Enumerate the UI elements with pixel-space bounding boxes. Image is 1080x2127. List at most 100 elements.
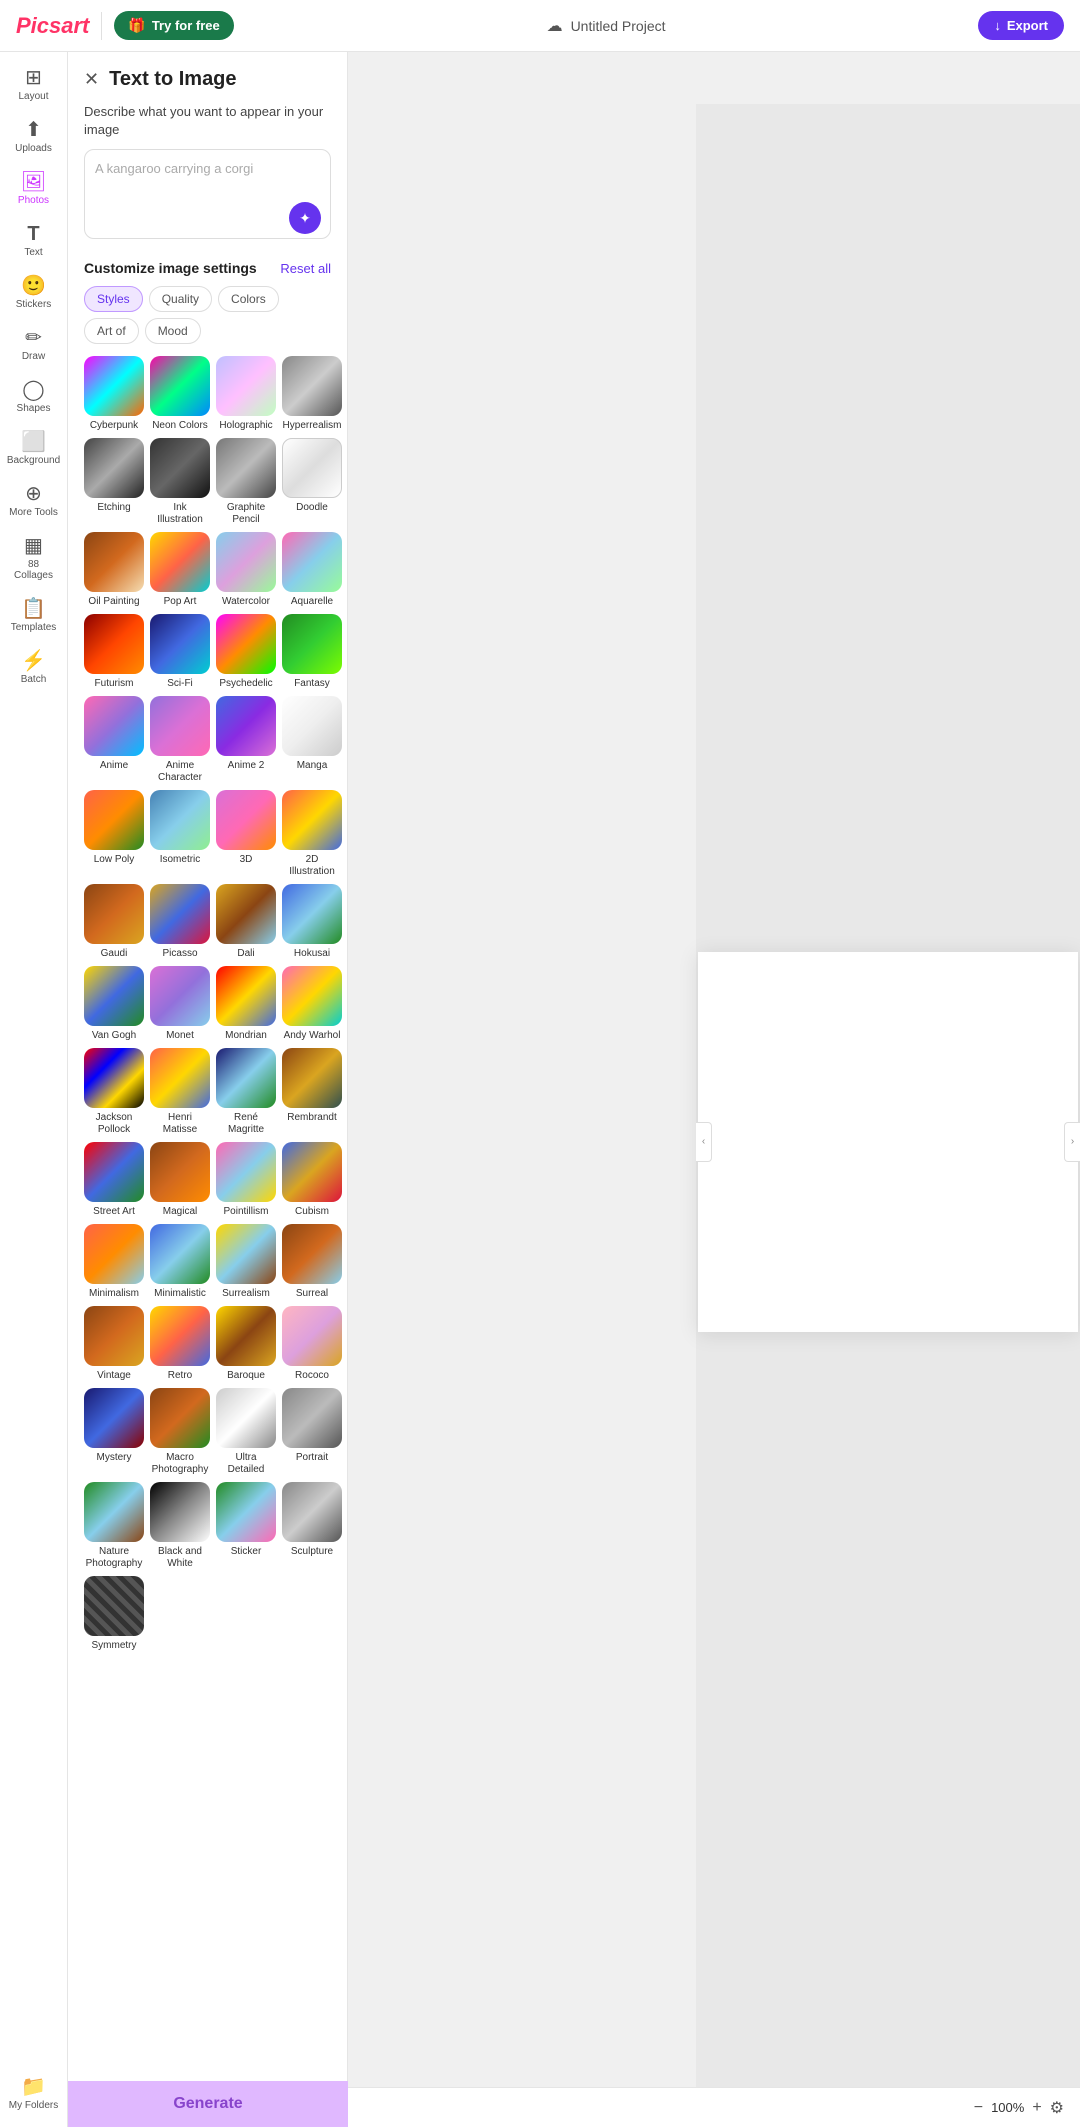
- sidebar-item-collages[interactable]: ▦ 88 Collages: [4, 528, 64, 589]
- export-icon: ↓: [994, 18, 1001, 33]
- style-item-2d-illustration[interactable]: 2D Illustration: [282, 790, 342, 878]
- style-item-monet[interactable]: Monet: [150, 966, 210, 1042]
- sidebar-item-shapes[interactable]: ◯ Shapes: [4, 372, 64, 422]
- style-item-hyperrealism[interactable]: Hyperrealism: [282, 356, 342, 432]
- style-label-psychedelic: Psychedelic: [219, 678, 272, 690]
- style-item-low-poly[interactable]: Low Poly: [84, 790, 144, 878]
- sidebar-item-templates[interactable]: 📋 Templates: [4, 591, 64, 641]
- style-item-magical[interactable]: Magical: [150, 1142, 210, 1218]
- export-button[interactable]: ↓ Export: [978, 11, 1064, 40]
- style-item-jackson-pollock[interactable]: Jackson Pollock: [84, 1048, 144, 1136]
- style-thumb-retro: [150, 1306, 210, 1366]
- style-item-pop-art[interactable]: Pop Art: [150, 532, 210, 608]
- style-item-van-gogh[interactable]: Van Gogh: [84, 966, 144, 1042]
- project-name[interactable]: Untitled Project: [571, 18, 666, 34]
- style-item-rene-magritte[interactable]: René Magritte: [216, 1048, 276, 1136]
- generate-button[interactable]: Generate: [68, 2081, 348, 2127]
- style-item-minimalistic[interactable]: Minimalistic: [150, 1224, 210, 1300]
- style-item-neon-colors[interactable]: Neon Colors: [150, 356, 210, 432]
- style-item-manga[interactable]: Manga: [282, 696, 342, 784]
- style-item-surrealism[interactable]: Surrealism: [216, 1224, 276, 1300]
- style-item-ink-illustration[interactable]: Ink Illustration: [150, 438, 210, 526]
- style-thumb-minimalism: [84, 1224, 144, 1284]
- sidebar-item-text[interactable]: T Text: [4, 216, 64, 266]
- style-item-rembrandt[interactable]: Rembrandt: [282, 1048, 342, 1136]
- collapse-right[interactable]: ›: [1064, 1122, 1080, 1162]
- style-item-vintage[interactable]: Vintage: [84, 1306, 144, 1382]
- style-item-anime[interactable]: Anime: [84, 696, 144, 784]
- style-item-anime-character[interactable]: Anime Character: [150, 696, 210, 784]
- tab-colors[interactable]: Colors: [218, 286, 279, 312]
- sidebar-item-uploads[interactable]: ⬆ Uploads: [4, 112, 64, 162]
- zoom-in-button[interactable]: +: [1032, 2099, 1041, 2117]
- style-item-rococo[interactable]: Rococo: [282, 1306, 342, 1382]
- style-grid: CyberpunkNeon ColorsHolographicHyperreal…: [84, 356, 331, 1652]
- style-item-symmetry[interactable]: Symmetry: [84, 1576, 144, 1652]
- style-item-mystery[interactable]: Mystery: [84, 1388, 144, 1476]
- tab-styles[interactable]: Styles: [84, 286, 143, 312]
- style-item-nature-photography[interactable]: Nature Photography: [84, 1482, 144, 1570]
- sidebar-item-draw[interactable]: ✏ Draw: [4, 320, 64, 370]
- style-item-watercolor[interactable]: Watercolor: [216, 532, 276, 608]
- style-item-aquarelle[interactable]: Aquarelle: [282, 532, 342, 608]
- tab-quality[interactable]: Quality: [149, 286, 212, 312]
- sidebar-item-background[interactable]: ⬜ Background: [4, 424, 64, 474]
- style-item-cyberpunk[interactable]: Cyberpunk: [84, 356, 144, 432]
- style-item-sticker[interactable]: Sticker: [216, 1482, 276, 1570]
- style-item-dali[interactable]: Dali: [216, 884, 276, 960]
- zoom-out-button[interactable]: −: [974, 2099, 983, 2117]
- try-for-free-button[interactable]: 🎁 Try for free: [114, 11, 233, 40]
- collapse-panel-left[interactable]: ‹: [696, 1122, 712, 1162]
- tab-mood[interactable]: Mood: [145, 318, 201, 344]
- style-label-retro: Retro: [168, 1370, 192, 1382]
- style-item-graphite-pencil[interactable]: Graphite Pencil: [216, 438, 276, 526]
- style-item-cubism[interactable]: Cubism: [282, 1142, 342, 1218]
- style-item-fantasy[interactable]: Fantasy: [282, 614, 342, 690]
- style-item-pointillism[interactable]: Pointillism: [216, 1142, 276, 1218]
- tab-art-of[interactable]: Art of: [84, 318, 139, 344]
- sidebar-item-my-folders[interactable]: 📁 My Folders: [4, 2069, 64, 2119]
- style-item-doodle[interactable]: Doodle: [282, 438, 342, 526]
- style-item-street-art[interactable]: Street Art: [84, 1142, 144, 1218]
- style-item-futurism[interactable]: Futurism: [84, 614, 144, 690]
- sidebar-item-more-tools[interactable]: ⊕ More Tools: [4, 476, 64, 526]
- sidebar-item-batch[interactable]: ⚡ Batch: [4, 643, 64, 693]
- style-item-oil-painting[interactable]: Oil Painting: [84, 532, 144, 608]
- style-item-portrait[interactable]: Portrait: [282, 1388, 342, 1476]
- style-item-andy-warhol[interactable]: Andy Warhol: [282, 966, 342, 1042]
- style-thumb-minimalistic: [150, 1224, 210, 1284]
- settings-button[interactable]: ⚙: [1050, 2098, 1064, 2118]
- prompt-area: ✦: [84, 149, 331, 244]
- style-item-ultra-detailed[interactable]: Ultra Detailed: [216, 1388, 276, 1476]
- style-item-retro[interactable]: Retro: [150, 1306, 210, 1382]
- style-item-baroque[interactable]: Baroque: [216, 1306, 276, 1382]
- style-item-picasso[interactable]: Picasso: [150, 884, 210, 960]
- style-item-anime-2[interactable]: Anime 2: [216, 696, 276, 784]
- sidebar-item-layout[interactable]: ⊞ Layout: [4, 60, 64, 110]
- reset-all-button[interactable]: Reset all: [280, 261, 331, 276]
- style-item-hokusai[interactable]: Hokusai: [282, 884, 342, 960]
- style-item-macro-photography[interactable]: Macro Photography: [150, 1388, 210, 1476]
- style-item-sci-fi[interactable]: Sci-Fi: [150, 614, 210, 690]
- style-item-mondrian[interactable]: Mondrian: [216, 966, 276, 1042]
- style-item-holographic[interactable]: Holographic: [216, 356, 276, 432]
- style-label-symmetry: Symmetry: [92, 1640, 137, 1652]
- style-item-etching[interactable]: Etching: [84, 438, 144, 526]
- sidebar-item-stickers[interactable]: 🙂 Stickers: [4, 268, 64, 318]
- style-item-isometric[interactable]: Isometric: [150, 790, 210, 878]
- close-button[interactable]: ✕: [84, 69, 99, 90]
- style-item-sculpture[interactable]: Sculpture: [282, 1482, 342, 1570]
- style-thumb-isometric: [150, 790, 210, 850]
- sidebar-item-photos[interactable]: 🖼 Photos: [4, 164, 64, 214]
- style-item-psychedelic[interactable]: Psychedelic: [216, 614, 276, 690]
- style-item-black-and-white[interactable]: Black and White: [150, 1482, 210, 1570]
- style-item-3d[interactable]: 3D: [216, 790, 276, 878]
- style-label-black-and-white: Black and White: [150, 1546, 210, 1570]
- style-item-henri-matisse[interactable]: Henri Matisse: [150, 1048, 210, 1136]
- style-item-surreal[interactable]: Surreal: [282, 1224, 342, 1300]
- style-item-gaudi[interactable]: Gaudi: [84, 884, 144, 960]
- templates-icon: 📋: [21, 599, 46, 619]
- style-thumb-gaudi: [84, 884, 144, 944]
- style-thumb-graphite-pencil: [216, 438, 276, 498]
- style-item-minimalism[interactable]: Minimalism: [84, 1224, 144, 1300]
